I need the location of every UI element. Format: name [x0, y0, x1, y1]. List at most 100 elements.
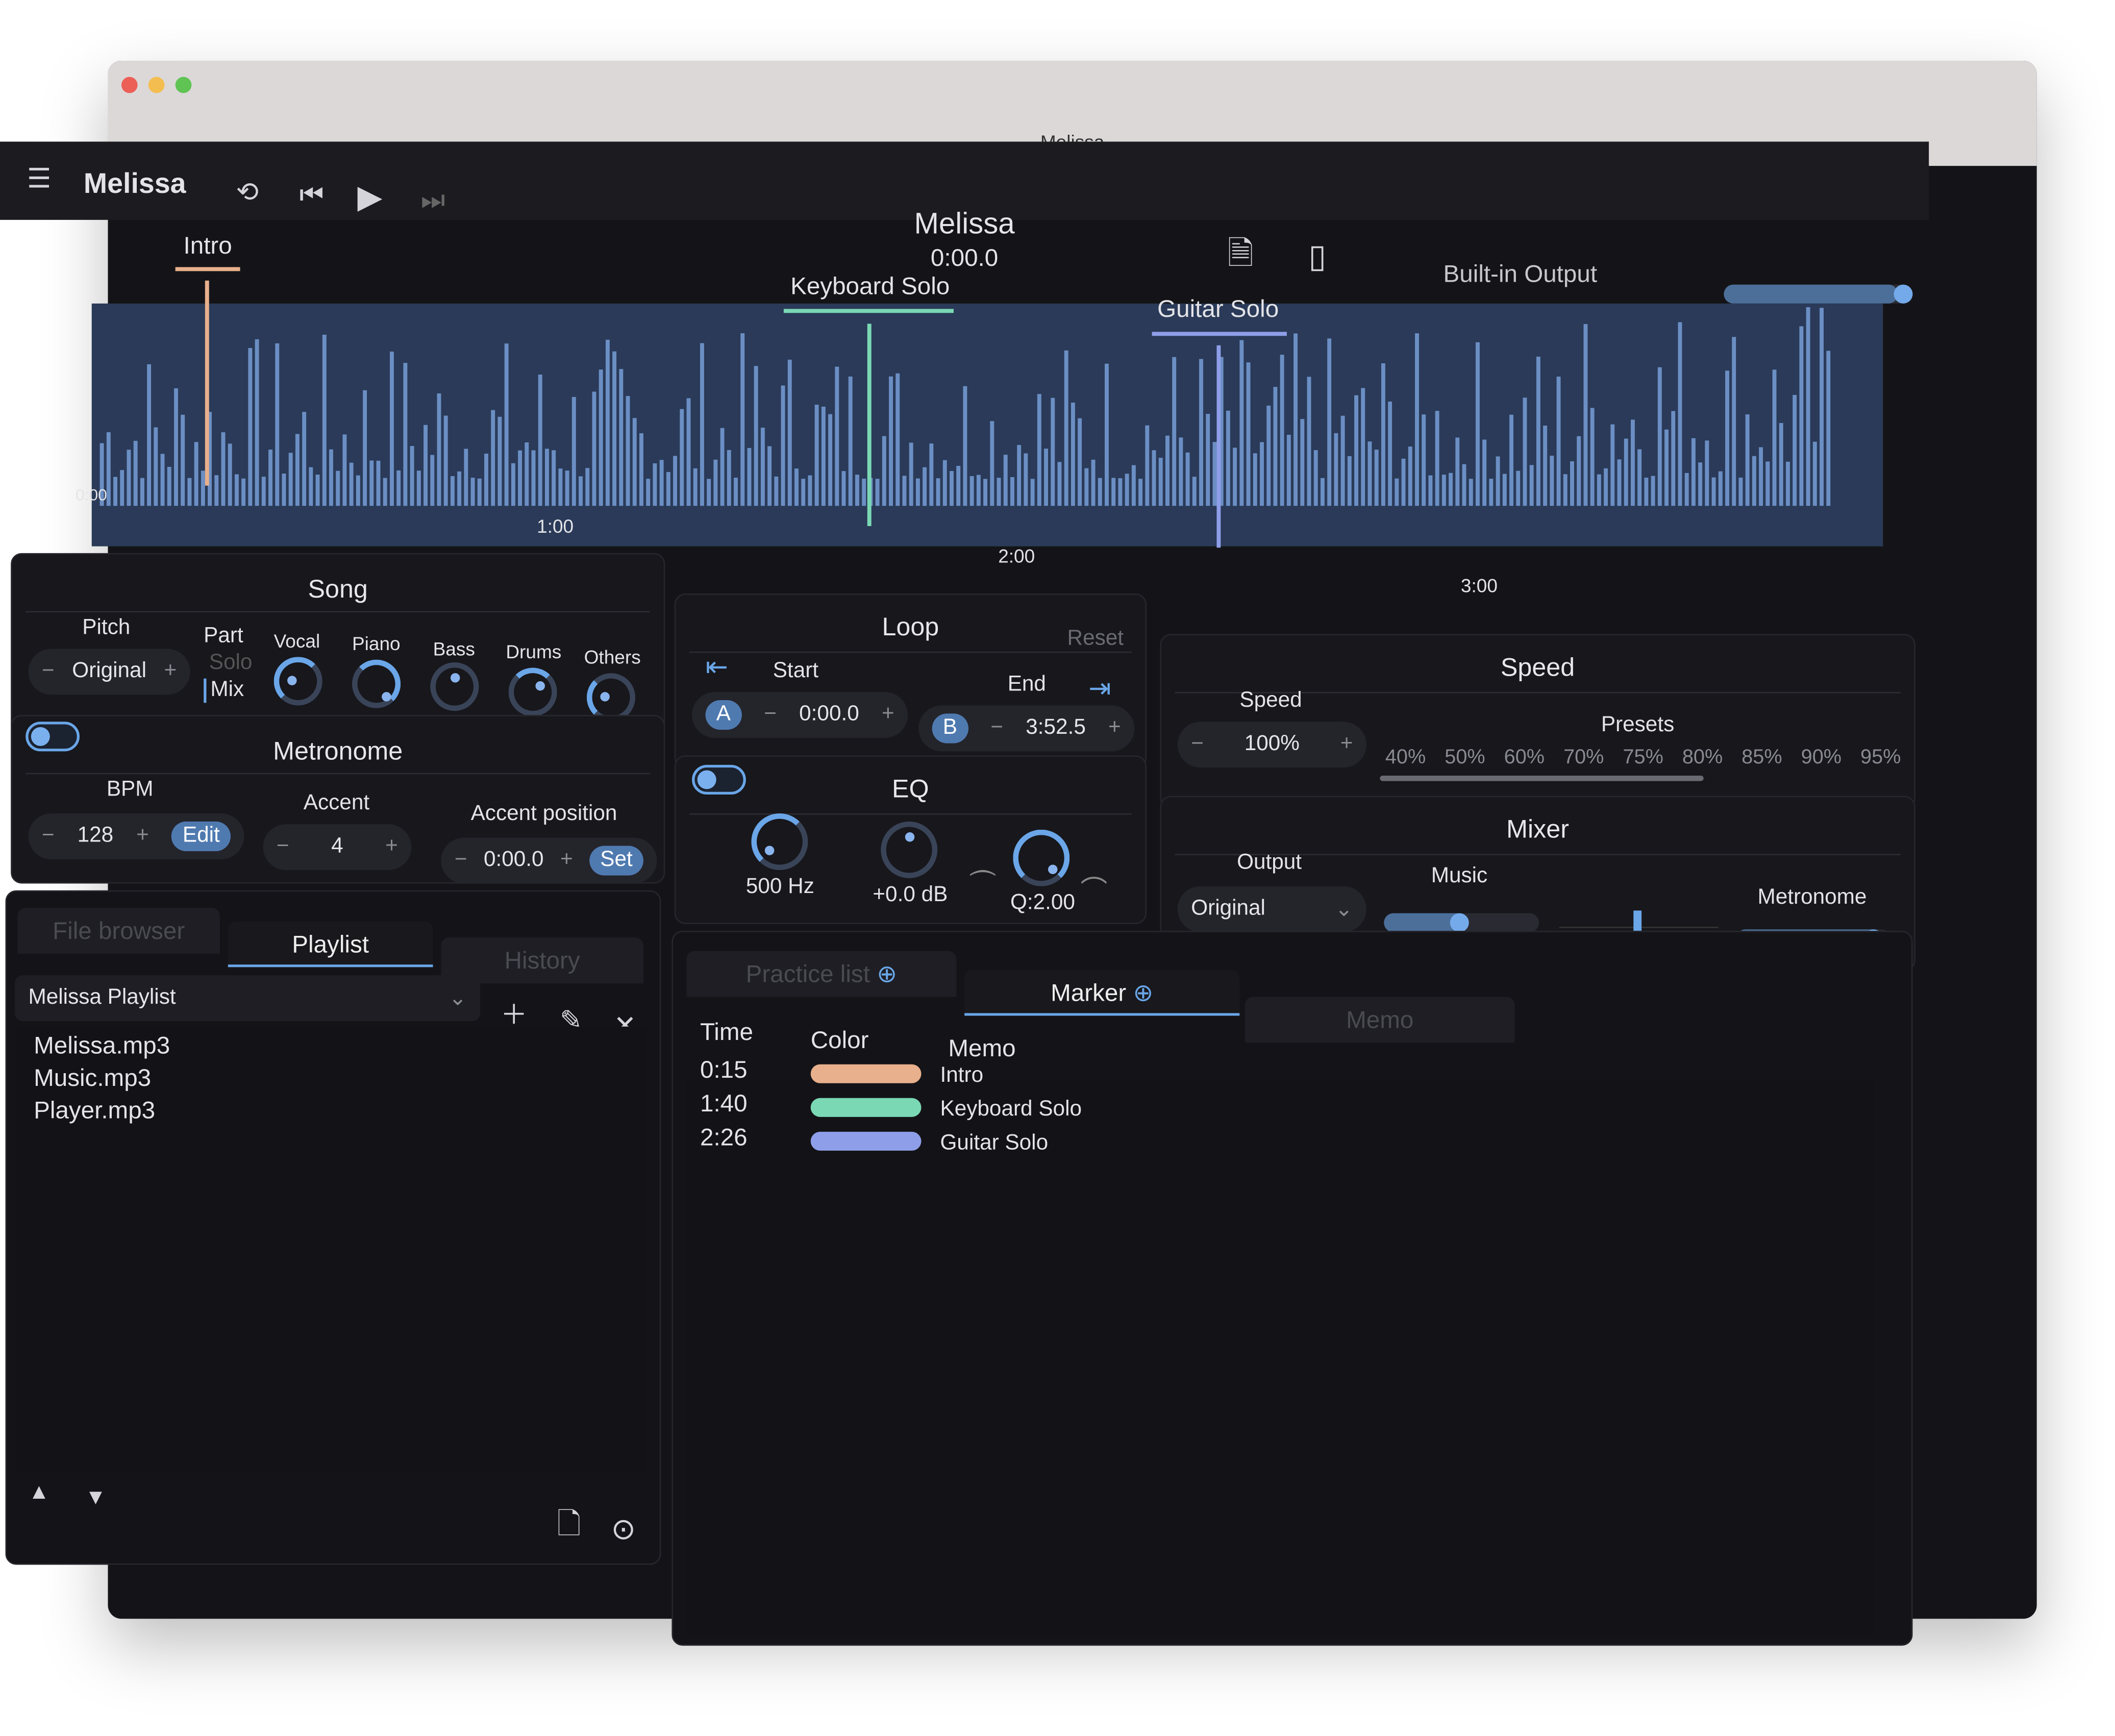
waveform-bar: [1037, 394, 1041, 506]
minus-icon[interactable]: −: [455, 849, 467, 873]
music-volume-slider[interactable]: [1384, 913, 1539, 932]
zoom-window-button[interactable]: [175, 77, 192, 93]
minus-icon[interactable]: −: [277, 835, 289, 859]
others-knob[interactable]: [586, 673, 636, 722]
play-icon[interactable]: ▶: [358, 182, 383, 214]
peak-filter-icon[interactable]: ⏜: [970, 873, 996, 900]
playlist-item[interactable]: Melissa.mp3: [34, 1032, 170, 1060]
tab-practice-list[interactable]: Practice list ⊕: [686, 951, 957, 997]
playlist-item[interactable]: Music.mp3: [34, 1064, 151, 1093]
set-a-button[interactable]: A: [705, 700, 742, 730]
playlist-item[interactable]: Player.mp3: [34, 1097, 155, 1125]
output-select[interactable]: Original ⌄: [1177, 886, 1366, 932]
speed-preset-option[interactable]: 90%: [1801, 746, 1842, 769]
add-practice-icon[interactable]: ⊕: [877, 960, 897, 987]
speaker-icon[interactable]: ▯: [1308, 241, 1326, 274]
add-to-practice-icon[interactable]: ⊙: [611, 1514, 636, 1545]
close-window-button[interactable]: [121, 77, 138, 93]
vocal-knob[interactable]: [273, 657, 322, 706]
marker-line-intro[interactable]: [205, 280, 209, 486]
part-solo-option[interactable]: Solo: [209, 652, 253, 676]
speed-preset-option[interactable]: 95%: [1860, 746, 1901, 769]
speed-preset-option[interactable]: 85%: [1741, 746, 1782, 769]
set-accent-button[interactable]: Set: [589, 846, 643, 876]
jump-to-end-icon[interactable]: ⇥: [1088, 676, 1111, 703]
marker-row-time[interactable]: 1:40: [700, 1090, 748, 1119]
move-up-icon[interactable]: ▲: [29, 1482, 50, 1504]
marker-line-guitar-solo[interactable]: [1216, 345, 1221, 548]
set-b-button[interactable]: B: [932, 713, 968, 743]
marker-row-memo[interactable]: Keyboard Solo: [940, 1098, 1082, 1123]
marker-row-color[interactable]: [810, 1064, 922, 1083]
minus-icon[interactable]: −: [764, 703, 777, 727]
loop-start-stepper[interactable]: A −0:00.0 +: [692, 692, 908, 738]
output-volume-slider[interactable]: [1724, 284, 1913, 304]
speed-preset-option[interactable]: 40%: [1385, 746, 1426, 769]
marker-row-memo[interactable]: Intro: [940, 1064, 984, 1089]
plus-icon[interactable]: +: [385, 835, 398, 859]
eq-gain-knob[interactable]: [881, 821, 938, 878]
drums-knob[interactable]: [508, 667, 557, 716]
bpm-stepper[interactable]: −128 + Edit: [28, 813, 244, 859]
marker-line-keyboard-solo[interactable]: [867, 324, 872, 526]
move-down-icon[interactable]: ▼: [85, 1487, 107, 1509]
minus-icon[interactable]: −: [42, 824, 55, 849]
marker-row-color[interactable]: [810, 1131, 922, 1151]
speed-preset-option[interactable]: 75%: [1623, 746, 1663, 769]
marker-row-memo[interactable]: Guitar Solo: [940, 1132, 1049, 1156]
eq-frequency-knob[interactable]: [751, 813, 808, 871]
tab-memo[interactable]: Memo: [1245, 997, 1515, 1043]
waveform-bar: [875, 479, 880, 506]
loop-toggle-icon[interactable]: ⟲: [236, 180, 259, 207]
minus-icon[interactable]: −: [990, 716, 1003, 741]
waveform[interactable]: [91, 303, 1883, 547]
previous-icon[interactable]: ⏮: [300, 182, 324, 209]
marker-row-time[interactable]: 2:26: [700, 1124, 748, 1152]
piano-knob[interactable]: [352, 659, 401, 708]
accent-stepper[interactable]: − 4 +: [263, 824, 412, 871]
marker-label-keyboard-solo[interactable]: Keyboard Solo: [790, 272, 950, 301]
eq-q-knob[interactable]: [1013, 829, 1070, 886]
speed-preset-option[interactable]: 60%: [1504, 746, 1545, 769]
minimize-window-button[interactable]: [148, 77, 165, 93]
add-file-icon[interactable]: 🗋: [557, 1509, 581, 1539]
loop-end-value: 3:52.5: [1026, 716, 1086, 739]
bass-knob[interactable]: [430, 662, 479, 711]
tab-marker[interactable]: Marker ⊕: [964, 970, 1240, 1016]
speed-preset-option[interactable]: 50%: [1445, 746, 1485, 769]
plus-icon[interactable]: +: [560, 849, 573, 873]
accent-position-stepper[interactable]: −0:00.0 + Set: [441, 837, 657, 884]
edit-bpm-button[interactable]: Edit: [171, 821, 231, 852]
add-playlist-icon[interactable]: ＋: [501, 1002, 528, 1029]
minus-icon[interactable]: −: [1191, 732, 1204, 757]
speed-stepper[interactable]: − 100% +: [1177, 722, 1366, 768]
speed-preset-option[interactable]: 80%: [1682, 746, 1723, 769]
speed-preset-option[interactable]: 70%: [1563, 746, 1604, 769]
loop-reset-button[interactable]: Reset: [1067, 627, 1124, 652]
waveform-bar: [915, 478, 920, 506]
minus-icon[interactable]: −: [42, 660, 55, 684]
marker-label-guitar-solo[interactable]: Guitar Solo: [1157, 295, 1279, 324]
add-marker-icon[interactable]: ⊕: [1133, 979, 1153, 1006]
marker-row-time[interactable]: 0:15: [700, 1056, 748, 1085]
bell-filter-icon[interactable]: ⌒: [1080, 878, 1107, 905]
tab-file-browser[interactable]: File browser: [17, 908, 220, 954]
marker-row-color[interactable]: [810, 1098, 922, 1117]
plus-icon[interactable]: +: [164, 660, 177, 684]
plus-icon[interactable]: +: [1340, 732, 1353, 757]
plus-icon[interactable]: +: [882, 703, 894, 727]
export-file-icon[interactable]: 🗎: [1228, 238, 1254, 271]
part-mix-option[interactable]: Mix: [204, 678, 244, 703]
marker-label-intro[interactable]: Intro: [184, 232, 232, 261]
jump-to-start-icon[interactable]: ⇤: [706, 654, 728, 681]
pitch-stepper[interactable]: − Original +: [28, 649, 190, 695]
waveform-bar: [518, 450, 522, 506]
tab-playlist[interactable]: Playlist: [228, 921, 433, 968]
plus-icon[interactable]: +: [1108, 716, 1121, 741]
next-icon[interactable]: ⏭: [421, 187, 445, 214]
plus-icon[interactable]: +: [136, 824, 149, 849]
menu-icon[interactable]: ☰: [27, 166, 51, 193]
output-device[interactable]: Built-in Output: [1444, 260, 1598, 289]
loop-end-stepper[interactable]: B −3:52.5 +: [918, 705, 1135, 752]
playlist-select[interactable]: Melissa Playlist ⌄: [15, 975, 481, 1022]
